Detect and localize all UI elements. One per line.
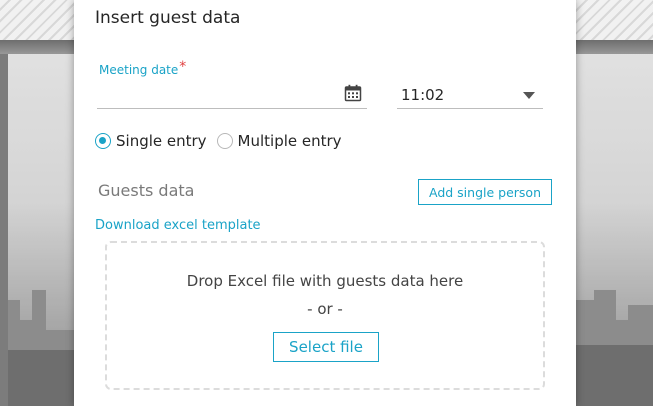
- radio-unselected-icon: [216, 133, 233, 149]
- radio-multiple-entry-label: Multiple entry: [237, 132, 342, 150]
- dialog-title: Insert guest data: [95, 8, 241, 28]
- radio-single-entry[interactable]: Single entry: [95, 132, 207, 150]
- meeting-time-select[interactable]: 11:02: [397, 80, 543, 109]
- add-single-person-button[interactable]: Add single person: [418, 179, 552, 205]
- select-file-button[interactable]: Select file: [273, 332, 379, 362]
- calendar-icon[interactable]: [344, 84, 362, 102]
- radio-selected-icon: [95, 133, 111, 149]
- meeting-date-input[interactable]: [97, 80, 367, 109]
- required-asterisk: *: [179, 59, 187, 75]
- download-excel-template-link[interactable]: Download excel template: [95, 218, 261, 233]
- caret-down-icon: [523, 92, 535, 99]
- insert-guest-dialog: Insert guest data Meeting date* 11:02 Si…: [74, 0, 576, 406]
- radio-multiple-entry[interactable]: Multiple entry: [216, 132, 342, 150]
- meeting-time-value: 11:02: [401, 86, 445, 104]
- excel-dropzone[interactable]: Drop Excel file with guests data here - …: [105, 241, 545, 390]
- guests-data-heading: Guests data: [98, 181, 195, 200]
- dropzone-separator: - or -: [307, 300, 343, 318]
- dropzone-instruction: Drop Excel file with guests data here: [186, 272, 464, 290]
- meeting-date-label: Meeting date*: [99, 59, 187, 78]
- radio-single-entry-label: Single entry: [116, 132, 207, 150]
- entry-mode-group: Single entry Multiple entry: [95, 130, 352, 152]
- meeting-date-label-text: Meeting date: [99, 63, 179, 77]
